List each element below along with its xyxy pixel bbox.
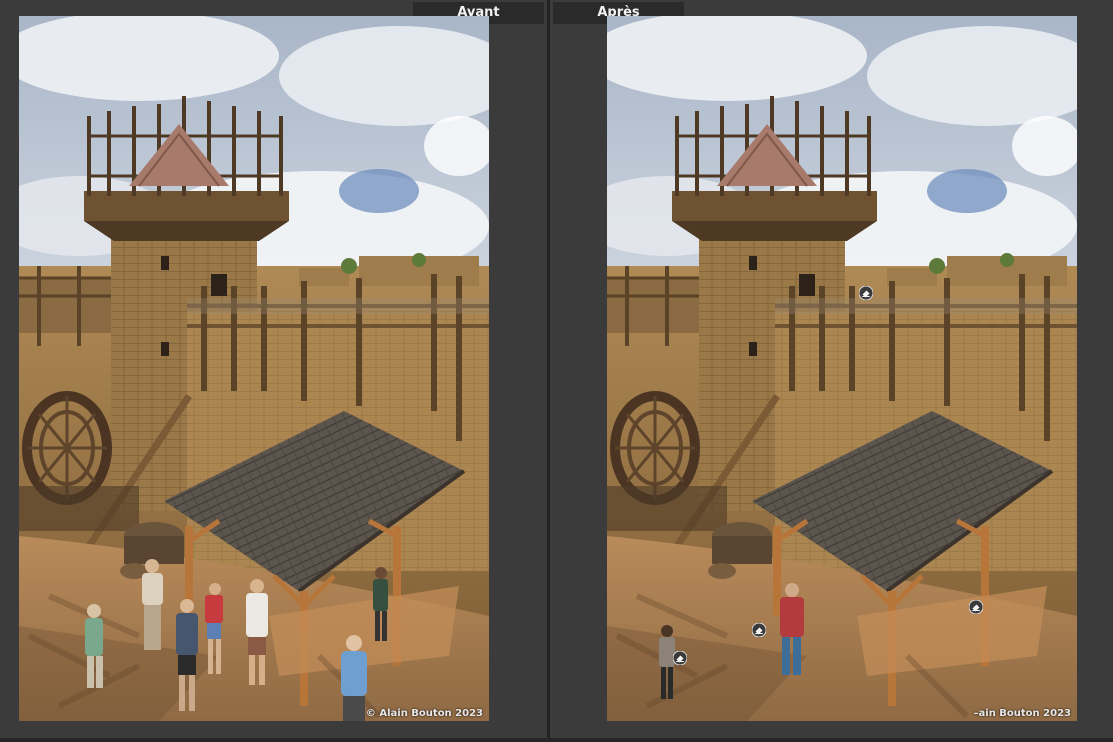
castle-photo-after — [607, 16, 1077, 721]
bottom-border — [0, 738, 1113, 742]
eraser-pin-icon[interactable] — [969, 600, 983, 614]
before-pane: Avant © Alain Bouton 2023 — [0, 0, 547, 738]
eraser-pin-icon[interactable] — [859, 286, 873, 300]
after-pane: Après –ain Bouton 2023 — [550, 0, 1113, 738]
castle-photo-before — [19, 16, 489, 721]
watermark-before: © Alain Bouton 2023 — [365, 708, 483, 719]
eraser-pin-icon[interactable] — [752, 623, 766, 637]
watermark-after: –ain Bouton 2023 — [973, 708, 1071, 719]
before-photo: © Alain Bouton 2023 — [19, 16, 489, 721]
after-photo: –ain Bouton 2023 — [607, 16, 1077, 721]
eraser-pin-icon[interactable] — [673, 651, 687, 665]
